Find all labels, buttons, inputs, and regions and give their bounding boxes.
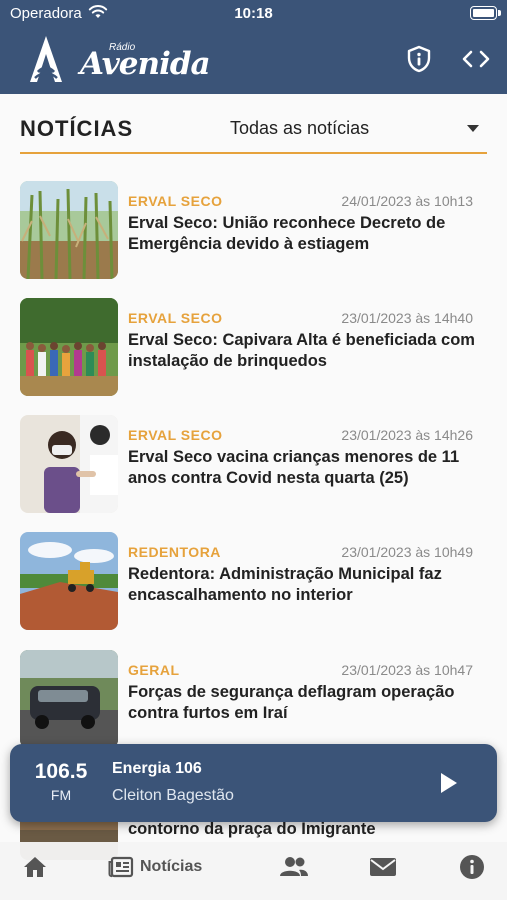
logo-name: Avenida [80, 46, 211, 82]
station-name: Energia 106 [112, 760, 202, 777]
news-headline: Erval Seco: Capivara Alta é beneficiada … [128, 331, 475, 370]
embed-code-button[interactable] [461, 44, 491, 74]
news-date: 23/01/2023 às 14h26 [341, 427, 473, 443]
battery-icon [470, 6, 497, 20]
info-icon [460, 855, 484, 879]
caret-down-icon [467, 125, 479, 132]
tab-contact[interactable] [369, 852, 397, 882]
news-headline: Erval Seco: União reconhece Decreto de E… [128, 214, 446, 253]
news-date: 23/01/2023 às 14h40 [341, 310, 473, 326]
news-category: REDENTORA [128, 544, 221, 560]
news-category: GERAL [128, 662, 180, 678]
app-header: Operadora 10:18 Rádio Avenida [0, 0, 507, 94]
clock: 10:18 [234, 5, 273, 22]
road-grader-image [20, 532, 118, 630]
code-brackets-icon [462, 50, 490, 68]
news-headline: contorno da praça do Imigrante [128, 820, 376, 838]
radio-mini-player[interactable]: 106.5 FM Energia 106 Cleiton Bagestão [10, 744, 497, 822]
shield-info-icon [407, 45, 431, 73]
home-icon [24, 857, 46, 877]
news-filter-dropdown[interactable]: Todas as notícias [230, 106, 487, 152]
news-item[interactable]: ERVAL SECO 23/01/2023 às 14h40 Erval Sec… [20, 298, 487, 398]
news-date: 24/01/2023 às 10h13 [341, 193, 473, 209]
privacy-shield-button[interactable] [404, 44, 434, 74]
battery-tip [498, 10, 501, 16]
tab-news[interactable]: Notícias [108, 852, 202, 882]
news-section-header: NOTÍCIAS Todas as notícias [20, 106, 487, 154]
cornfield-image [20, 181, 118, 279]
frequency-band: FM [50, 787, 72, 803]
tab-news-label: Notícias [140, 858, 203, 875]
news-thumbnail [20, 181, 118, 279]
newspaper-icon [108, 856, 134, 878]
group-photo-image [20, 298, 118, 396]
news-date: 23/01/2023 às 10h49 [341, 544, 473, 560]
radio-logo: Rádio Avenida [26, 34, 216, 86]
news-thumbnail [20, 532, 118, 630]
news-date: 23/01/2023 às 10h47 [341, 662, 473, 678]
news-category: ERVAL SECO [128, 310, 223, 326]
frequency-value: 106.5 [34, 760, 88, 783]
news-thumbnail [20, 650, 118, 748]
tab-home[interactable] [22, 852, 48, 882]
news-thumbnail [20, 298, 118, 396]
antenna-logo-icon [30, 36, 62, 82]
status-bar: Operadora 10:18 [0, 0, 507, 28]
news-thumbnail [20, 415, 118, 513]
news-headline: Redentora: Administração Municipal faz e… [128, 565, 442, 604]
tab-about[interactable] [459, 852, 485, 882]
host-name: Cleiton Bagestão [112, 787, 234, 804]
news-item[interactable]: REDENTORA 23/01/2023 às 10h49 Redentora:… [20, 532, 487, 632]
news-headline: Forças de segurança deflagram operação c… [128, 683, 455, 722]
news-category: ERVAL SECO [128, 427, 223, 443]
people-icon [280, 857, 308, 876]
news-item[interactable]: ERVAL SECO 24/01/2023 às 10h13 Erval Sec… [20, 181, 487, 281]
tab-team[interactable] [279, 852, 309, 882]
play-icon[interactable] [439, 771, 459, 795]
bottom-tab-bar: Notícias [0, 842, 507, 900]
news-category: ERVAL SECO [128, 193, 223, 209]
news-item[interactable]: GERAL 23/01/2023 às 10h47 Forças de segu… [20, 650, 487, 750]
page-title: NOTÍCIAS [20, 116, 134, 141]
filter-selected-value: Todas as notícias [230, 118, 370, 138]
mail-icon [370, 858, 396, 876]
news-headline: Erval Seco vacina crianças menores de 11… [128, 448, 460, 487]
news-item[interactable]: ERVAL SECO 23/01/2023 às 14h26 Erval Sec… [20, 415, 487, 515]
frequency-display: 106.5 FM [30, 760, 92, 803]
vaccination-image [20, 415, 118, 513]
police-car-image [20, 650, 118, 748]
